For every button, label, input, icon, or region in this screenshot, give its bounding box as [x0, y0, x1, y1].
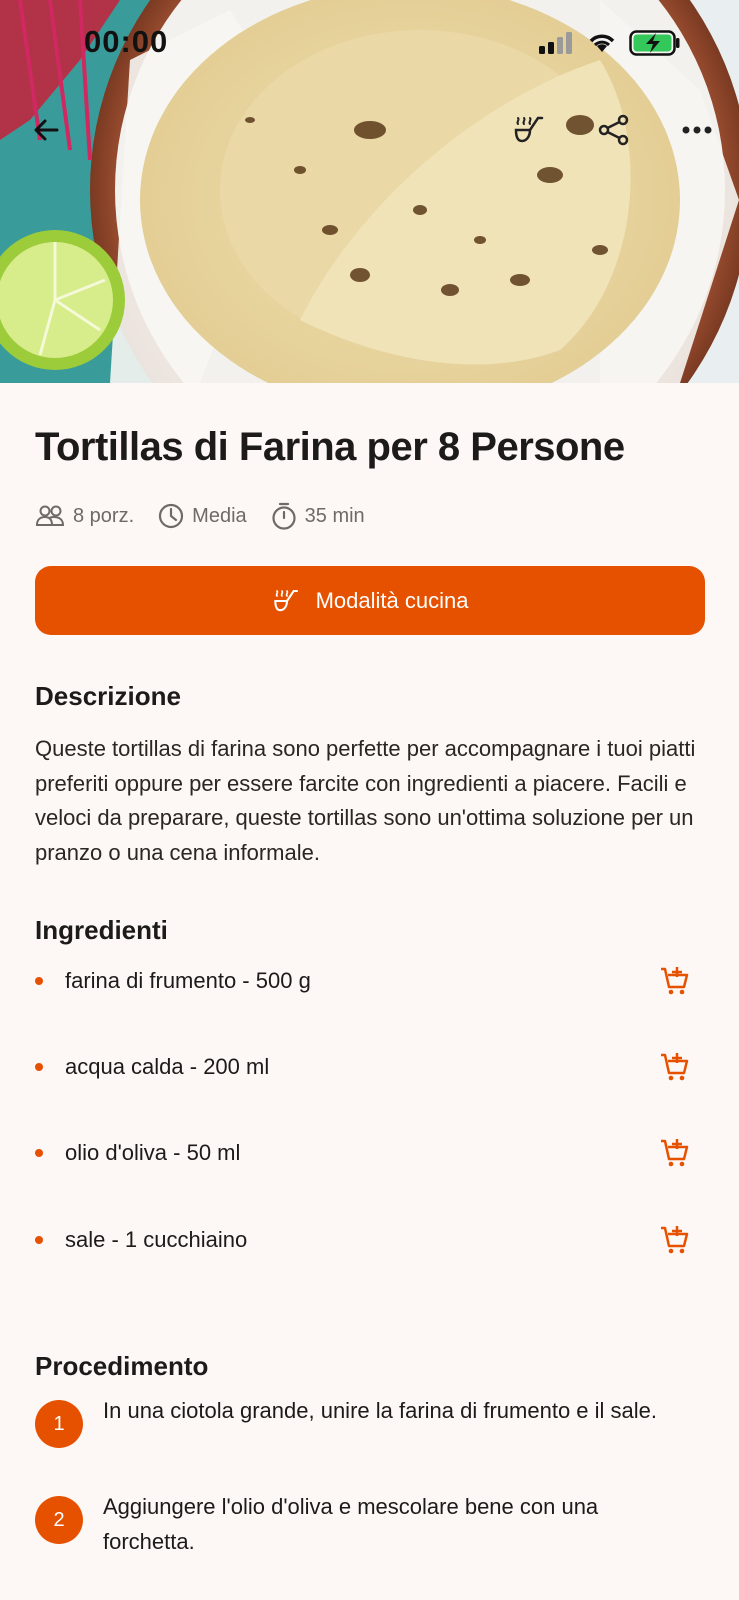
- description-text: Queste tortillas di farina sono perfette…: [35, 736, 696, 865]
- add-shopping-cart-icon: [661, 1053, 689, 1081]
- procedure-title: Procedimento: [35, 1351, 209, 1381]
- recipe-hero-image: 00:00: [0, 0, 739, 383]
- clock-icon: [159, 503, 184, 529]
- add-shopping-cart-icon: [661, 1139, 689, 1167]
- ingredient-label: acqua calda - 200 ml: [65, 1054, 270, 1079]
- step-text: In una ciotola grande, unire la farina d…: [103, 1398, 657, 1423]
- share-icon: [598, 114, 629, 146]
- step-number: 1: [35, 1400, 83, 1448]
- wifi-icon: [589, 34, 615, 52]
- status-icons: [539, 30, 681, 56]
- bullet: [35, 1063, 43, 1071]
- description-title: Descrizione: [35, 681, 181, 711]
- status-time: 00:00: [84, 24, 169, 59]
- step-number: 2: [35, 1496, 83, 1544]
- cook-mode-button[interactable]: Modalità cucina: [35, 566, 705, 635]
- add-shopping-cart-icon: [661, 1226, 689, 1254]
- step-text: Aggiungere l'olio d'oliva e mescolare be…: [103, 1494, 599, 1554]
- ingredient-label: olio d'oliva - 50 ml: [65, 1140, 241, 1165]
- ingredient-row: farina di frumento - 500 g: [35, 961, 705, 1001]
- ingredients-title: Ingredienti: [35, 915, 168, 945]
- more-options-button[interactable]: [675, 108, 719, 152]
- bullet: [35, 1149, 43, 1157]
- status-bar: 00:00: [0, 0, 739, 90]
- timer-icon: [272, 502, 296, 530]
- ladle-icon: [273, 589, 298, 611]
- add-to-cart-button[interactable]: [657, 1049, 693, 1085]
- cook-mode-topbar-button[interactable]: [508, 108, 552, 152]
- ingredient-row: acqua calda - 200 ml: [35, 1047, 705, 1087]
- back-button[interactable]: [24, 108, 68, 152]
- procedure-step: 1 In una ciotola grande, unire la farina…: [35, 1394, 705, 1448]
- servings: 8 porz.: [35, 505, 134, 528]
- arrow-left-icon: [34, 119, 59, 141]
- ingredient-label: farina di frumento - 500 g: [65, 968, 311, 993]
- cellular-signal-icon: [539, 32, 572, 54]
- recipe-title: Tortillas di Farina per 8 Persone: [35, 425, 625, 469]
- add-shopping-cart-icon: [661, 967, 689, 995]
- bullet: [35, 977, 43, 985]
- duration: 35 min: [271, 502, 365, 530]
- share-button[interactable]: [592, 108, 636, 152]
- add-to-cart-button[interactable]: [657, 1135, 693, 1171]
- battery-charging-icon: [629, 30, 680, 56]
- ingredient-row: sale - 1 cucchiaino: [35, 1220, 705, 1260]
- add-to-cart-button[interactable]: [657, 963, 693, 999]
- bullet: [35, 1236, 43, 1244]
- procedure-step: 2 Aggiungere l'olio d'oliva e mescolare …: [35, 1490, 705, 1559]
- ingredient-row: olio d'oliva - 50 ml: [35, 1133, 705, 1173]
- more-horizontal-icon: [682, 126, 712, 134]
- difficulty: Media: [158, 503, 247, 529]
- duration-text: 35 min: [304, 504, 365, 527]
- servings-text: 8 porz.: [73, 504, 135, 527]
- difficulty-text: Media: [192, 504, 247, 527]
- ladle-icon: [514, 116, 544, 143]
- cook-mode-label: Modalità cucina: [315, 587, 469, 613]
- add-to-cart-button[interactable]: [657, 1222, 693, 1258]
- ingredient-label: sale - 1 cucchiaino: [65, 1227, 248, 1252]
- people-icon: [35, 505, 65, 526]
- recipe-meta: 8 porz. Media 35 min: [35, 501, 389, 531]
